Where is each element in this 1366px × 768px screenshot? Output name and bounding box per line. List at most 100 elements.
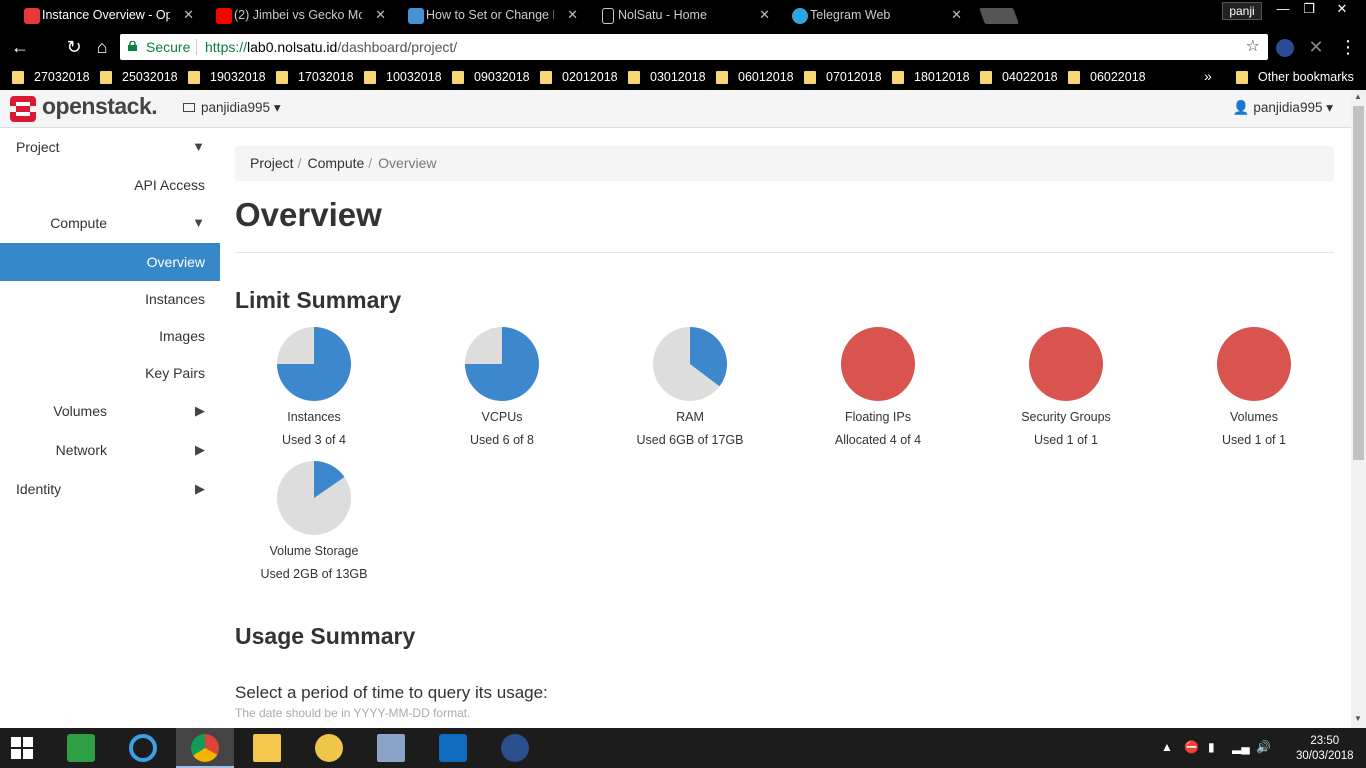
tray-expand-icon[interactable]: ▲: [1161, 740, 1173, 754]
window-profile-button[interactable]: panji: [1222, 2, 1262, 20]
sidebar-item-images[interactable]: Images: [0, 317, 220, 355]
close-tab-icon[interactable]: ✕: [951, 2, 962, 28]
scroll-down-icon[interactable]: ▼: [1354, 714, 1362, 723]
bookmark-folder[interactable]: 09032018: [452, 69, 530, 85]
project-icon: [183, 103, 195, 112]
bookmark-folder[interactable]: 25032018: [100, 69, 178, 85]
bookmark-folder[interactable]: 27032018: [12, 69, 90, 85]
close-tab-icon[interactable]: ✕: [183, 2, 194, 28]
bookmark-folder[interactable]: 18012018: [892, 69, 970, 85]
other-bookmarks[interactable]: Other bookmarks: [1236, 69, 1354, 85]
sidebar-item-overview[interactable]: Overview: [0, 243, 220, 281]
file-explorer-taskbar-icon[interactable]: [238, 728, 296, 768]
system-clock[interactable]: 23:50 30/03/2018: [1296, 734, 1354, 764]
bookmark-folder[interactable]: 02012018: [540, 69, 618, 85]
project-selector[interactable]: panjidia995 ▾: [183, 100, 281, 116]
bookmarks-overflow-button[interactable]: »: [1204, 68, 1212, 84]
bookmark-label: Other bookmarks: [1258, 70, 1354, 84]
pie-chart: [841, 327, 915, 401]
menu-icon[interactable]: ⋮: [1336, 36, 1360, 58]
internet-explorer-taskbar-icon[interactable]: [114, 728, 172, 768]
bookmark-folder[interactable]: 19032018: [188, 69, 266, 85]
bookmark-label: 02012018: [562, 70, 618, 84]
openstack-brand[interactable]: openstack.: [42, 93, 158, 120]
close-tab-icon[interactable]: ✕: [375, 2, 386, 28]
folder-icon: [540, 71, 552, 84]
bookmark-folder[interactable]: 06022018: [1068, 69, 1146, 85]
telegram-favicon-icon: [792, 8, 808, 24]
tab-instance-overview[interactable]: Instance Overview - Ope ✕: [4, 2, 204, 30]
chevron-down-icon: ▼: [192, 139, 205, 154]
tab-telegram[interactable]: Telegram Web ✕: [772, 2, 972, 30]
paint-taskbar-icon[interactable]: [300, 728, 358, 768]
openstack-logo-icon[interactable]: [10, 96, 36, 122]
chevron-right-icon: ▶: [195, 403, 205, 418]
app-taskbar-icon[interactable]: [486, 728, 544, 768]
bookmark-star-icon[interactable]: ☆: [1246, 34, 1260, 60]
network-app-taskbar-icon[interactable]: [362, 728, 420, 768]
sidebar-item-api-access[interactable]: API Access: [0, 166, 220, 204]
pie-label: Instances: [287, 410, 341, 424]
new-tab-button[interactable]: [979, 8, 1019, 24]
close-tab-icon[interactable]: ✕: [759, 2, 770, 28]
extension-x-icon[interactable]: ✕: [1304, 36, 1328, 58]
limit-chart-volumes: Volumes Used 1 of 1: [1174, 326, 1334, 447]
close-tab-icon[interactable]: ✕: [567, 2, 578, 28]
sidebar-item-network[interactable]: Network ▶: [0, 431, 220, 469]
tab-nolsatu[interactable]: NolSatu - Home ✕: [580, 2, 780, 30]
extension-icon[interactable]: [1276, 39, 1294, 57]
windows-start-icon[interactable]: [11, 737, 33, 759]
chrome-taskbar-icon[interactable]: [176, 728, 234, 768]
pie-usage-text: Allocated 4 of 4: [834, 433, 922, 447]
sidebar-item-label: Identity: [16, 481, 62, 497]
breadcrumb-compute[interactable]: Compute: [307, 155, 364, 171]
page-scrollbar[interactable]: ▲ ▼: [1351, 90, 1366, 728]
scroll-up-icon[interactable]: ▲: [1354, 92, 1362, 101]
breadcrumb: Project / Compute / Overview: [235, 146, 1334, 181]
tray-status-icon[interactable]: ⛔: [1184, 740, 1199, 754]
reload-icon[interactable]: ↻: [62, 36, 86, 58]
sidebar-item-key-pairs[interactable]: Key Pairs: [0, 354, 220, 392]
minimize-icon[interactable]: —: [1270, 0, 1296, 20]
sidebar-item-instances[interactable]: Instances: [0, 280, 220, 318]
sidebar-item-project[interactable]: Project ▼: [0, 128, 220, 166]
sidebar-item-identity[interactable]: Identity ▶: [0, 470, 220, 508]
project-name: panjidia995 ▾: [201, 100, 281, 115]
limit-chart-security-groups: Security Groups Used 1 of 1: [986, 326, 1146, 447]
tab-how-to[interactable]: How to Set or Change H ✕: [388, 2, 588, 30]
address-bar[interactable]: Secure https://lab0.nolsatu.id/dashboard…: [120, 34, 1268, 60]
bookmark-folder[interactable]: 17032018: [276, 69, 354, 85]
bookmark-label: 10032018: [386, 70, 442, 84]
user-menu[interactable]: 👤 panjidia995 ▾: [1233, 100, 1333, 116]
bookmark-folder[interactable]: 07012018: [804, 69, 882, 85]
limit-chart-floating-ips: Floating IPs Allocated 4 of 4: [798, 326, 958, 447]
tab-youtube[interactable]: (2) Jimbei vs Gecko Mori ✕: [196, 2, 396, 30]
vscode-taskbar-icon[interactable]: [424, 728, 482, 768]
volume-icon[interactable]: 🔊: [1256, 740, 1271, 754]
scrollbar-thumb[interactable]: [1353, 106, 1364, 460]
restore-icon[interactable]: ❐: [1296, 0, 1322, 20]
bookmark-folder[interactable]: 04022018: [980, 69, 1058, 85]
pie-usage-text: Used 6GB of 17GB: [636, 433, 744, 447]
bookmark-folder[interactable]: 06012018: [716, 69, 794, 85]
home-icon[interactable]: ⌂: [90, 36, 114, 58]
sidebar-item-volumes[interactable]: Volumes ▶: [0, 392, 220, 430]
pie-usage-text: Used 1 of 1: [1034, 433, 1098, 447]
close-window-icon[interactable]: ✕: [1324, 0, 1360, 20]
user-icon: 👤: [1232, 100, 1250, 115]
back-icon[interactable]: ←: [8, 36, 32, 58]
battery-icon[interactable]: ▮: [1208, 740, 1215, 754]
pie-usage-text: Used 3 of 4: [282, 433, 346, 447]
folder-icon: [276, 71, 288, 84]
pie-label: Security Groups: [1021, 410, 1111, 424]
pie-chart: [1217, 327, 1291, 401]
bookmark-folder[interactable]: 10032018: [364, 69, 442, 85]
sidebar-item-compute[interactable]: Compute ▼: [0, 204, 220, 242]
signal-icon[interactable]: ▂▄: [1232, 740, 1250, 754]
tab-title: Instance Overview - Ope: [42, 8, 170, 22]
folder-icon: [12, 71, 24, 84]
store-taskbar-icon[interactable]: [52, 728, 110, 768]
query-instructions: Select a period of time to query its usa…: [235, 683, 548, 702]
bookmark-folder[interactable]: 03012018: [628, 69, 706, 85]
breadcrumb-project[interactable]: Project: [250, 155, 294, 171]
